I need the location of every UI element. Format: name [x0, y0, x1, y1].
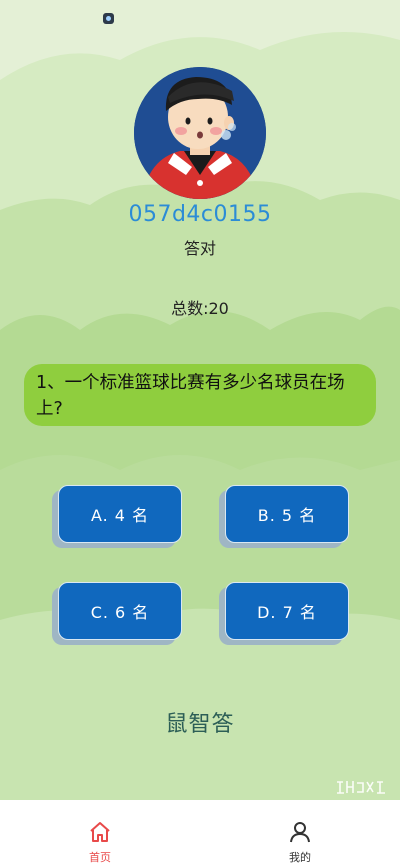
tab-home[interactable]: 首页: [40, 800, 160, 867]
option-b-wrapper: B. 5 名: [219, 485, 349, 548]
tab-home-label: 首页: [89, 851, 111, 864]
option-c-wrapper: C. 6 名: [52, 582, 182, 645]
home-icon: [90, 822, 110, 842]
question-text: 1、一个标准篮球比赛有多少名球员在场上?: [36, 373, 345, 419]
tab-mine[interactable]: 我的: [240, 800, 360, 867]
option-a-button[interactable]: A. 4 名: [58, 485, 182, 543]
username: 057d4c0155: [128, 202, 272, 227]
option-c-button[interactable]: C. 6 名: [58, 582, 182, 640]
option-d-button[interactable]: D. 7 名: [225, 582, 349, 640]
tab-mine-label: 我的: [289, 851, 311, 864]
option-b-button[interactable]: B. 5 名: [225, 485, 349, 543]
person-icon: [290, 822, 310, 843]
option-a-wrapper: A. 4 名: [52, 485, 182, 548]
app-notification-icon: [103, 13, 114, 24]
question-total: 总数:20: [171, 299, 229, 318]
option-d-wrapper: D. 7 名: [219, 582, 349, 645]
bottom-tab-bar: 首页 我的: [0, 800, 400, 867]
avatar-illustration: [134, 67, 266, 199]
question-card: 1、一个标准篮球比赛有多少名球员在场上?: [24, 364, 376, 426]
answer-status: 答对: [183, 239, 216, 258]
brand-title: 鼠智答: [165, 712, 235, 737]
status-bar: [0, 0, 400, 36]
avatar[interactable]: [134, 67, 266, 199]
